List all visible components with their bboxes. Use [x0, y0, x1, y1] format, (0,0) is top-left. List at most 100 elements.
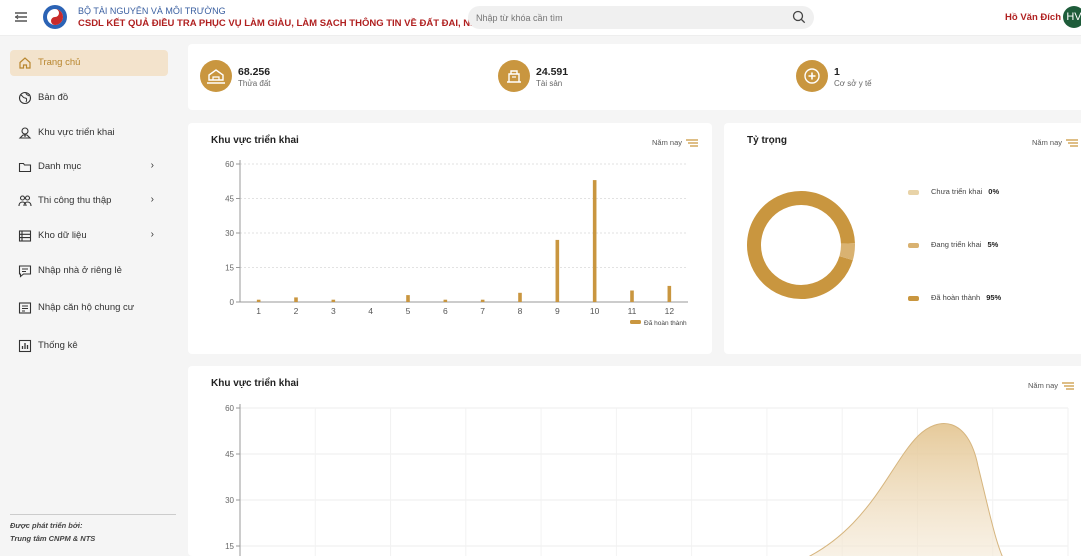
legend-label: Đã hoàn thành [644, 320, 687, 327]
donut-chart [747, 191, 855, 299]
bar [592, 180, 597, 302]
system-name: CSDL KẾT QUẢ ĐIỀU TRA PHỤC VỤ LÀM GIÀU, … [78, 18, 495, 29]
filter-label: Năm nay [1031, 138, 1062, 147]
legend-item: Đang triển khai 5% [908, 240, 998, 249]
footer-developed-by: Được phát triển bởi: [10, 521, 83, 530]
x-tick-label: 8 [518, 306, 523, 316]
year-filter[interactable]: Năm nay [1032, 138, 1078, 147]
x-tick-label: 11 [628, 306, 637, 316]
search-box [468, 6, 814, 29]
y-tick-label: 60 [225, 404, 234, 413]
donut-slice [839, 243, 855, 261]
search-icon[interactable] [792, 10, 806, 24]
legend-value: 95% [986, 293, 1002, 302]
x-tick-label: 9 [555, 306, 560, 316]
legend-swatch [908, 242, 919, 248]
bar [630, 290, 634, 302]
document-icon [18, 301, 32, 315]
top-bar: BỘ TÀI NGUYÊN VÀ MÔI TRƯỜNG CSDL KẾT QUẢ… [0, 0, 1081, 36]
sidebar-item-thi-cong-thu-thap[interactable]: Thi công thu thập › [10, 188, 168, 214]
stats-card: 68.256 Thửa đất 24.591 Tài sản 1 Cơ sở y… [188, 44, 1081, 110]
sidebar-item-label: Bản đồ [38, 92, 69, 103]
sidebar-item-nhap-can-ho-chung-cu[interactable]: Nhập căn hộ chung cư [10, 295, 168, 321]
y-tick-label: 30 [225, 496, 234, 505]
sidebar-item-label: Khu vực triển khai [38, 127, 115, 138]
legend-item: Đã hoàn thành 95% [908, 293, 1001, 302]
legend-swatch [908, 189, 919, 195]
y-tick-label: 15 [225, 542, 234, 551]
bar [406, 295, 410, 302]
sidebar-item-danh-muc[interactable]: Danh mục › [10, 154, 168, 180]
folder-icon [18, 160, 32, 174]
chevron-right-icon: › [150, 194, 154, 205]
asset-icon [498, 60, 530, 92]
chart-icon [18, 339, 32, 353]
x-tick-label: 5 [406, 306, 411, 316]
sidebar: Trang chủ Bản đồ Khu vực triển khai Danh… [0, 36, 176, 545]
footer-company: Trung tâm CNPM & NTS [10, 534, 96, 543]
stat-label: Cơ sở y tế [834, 79, 872, 88]
y-tick-label: 0 [230, 298, 235, 307]
legend-swatch [908, 295, 919, 301]
home-icon [18, 56, 32, 70]
area-series [808, 423, 1003, 556]
y-tick-label: 45 [225, 450, 234, 459]
donut-chart-card: Tỷ trọng Năm nay Chưa triển khai 0% Đang … [724, 123, 1081, 354]
sidebar-footer: Được phát triển bởi: Trung tâm CNPM & NT… [10, 514, 176, 545]
legend-label: Chưa triển khai [931, 187, 983, 196]
land-icon [200, 60, 232, 92]
sidebar-item-kho-du-lieu[interactable]: Kho dữ liệu › [10, 223, 168, 249]
bar [256, 299, 261, 302]
user-name[interactable]: Hồ Văn Đích [1005, 12, 1061, 23]
x-tick-label: 1 [256, 306, 261, 316]
area-chart: 15 30 45 60 [225, 404, 1069, 556]
legend-value: 5% [987, 240, 999, 249]
sidebar-item-thong-ke[interactable]: Thống kê [10, 333, 168, 359]
legend-value: 0% [988, 187, 1000, 196]
stat-value: 1 [834, 66, 840, 78]
chevron-right-icon: › [150, 160, 154, 171]
sidebar-item-label: Kho dữ liệu [38, 230, 87, 241]
medical-icon [796, 60, 828, 92]
x-tick-label: 10 [590, 306, 600, 316]
map-pin-icon [18, 126, 32, 140]
sidebar-item-khu-vuc-trien-khai[interactable]: Khu vực triển khai [10, 120, 168, 146]
bar-chart-card: Khu vực triển khai Năm nay 0 15 30 45 60 1 2 3 4… [188, 123, 712, 354]
sidebar-item-nhap-nha-o-rieng-le[interactable]: Nhập nhà ở riêng lẻ [10, 258, 168, 284]
people-icon [18, 194, 32, 208]
x-tick-label: 3 [331, 306, 336, 316]
org-name: BỘ TÀI NGUYÊN VÀ MÔI TRƯỜNG [78, 6, 226, 16]
area-chart-card: Khu vực triển khai Năm nay 15 30 45 60 [188, 366, 1081, 556]
x-tick-label: 12 [665, 306, 675, 316]
x-tick-label: 7 [480, 306, 485, 316]
bar [294, 297, 298, 302]
bar [331, 299, 336, 302]
sidebar-item-trang-chu[interactable]: Trang chủ [10, 50, 168, 76]
stat-value: 68.256 [238, 66, 271, 78]
sidebar-item-label: Nhập nhà ở riêng lẻ [38, 265, 122, 276]
sidebar-item-ban-do[interactable]: Bản đồ [10, 85, 168, 111]
database-icon [18, 229, 32, 243]
ministry-logo [42, 4, 68, 30]
sidebar-item-label: Thi công thu thập [38, 195, 112, 206]
y-tick-label: 30 [225, 229, 234, 238]
stat-label: Thửa đất [238, 79, 271, 88]
chevron-right-icon: › [150, 229, 154, 240]
sidebar-item-label: Trang chủ [38, 57, 81, 68]
y-tick-label: 60 [225, 160, 234, 169]
globe-icon [18, 91, 32, 105]
sidebar-item-label: Nhập căn hộ chung cư [38, 302, 135, 313]
message-icon [18, 264, 32, 278]
x-tick-label: 4 [368, 306, 373, 316]
sidebar-item-label: Thống kê [38, 340, 78, 351]
bar [443, 299, 448, 302]
legend-label: Đang triển khai [931, 240, 982, 249]
donut-slice [747, 191, 855, 299]
menu-toggle-icon[interactable] [14, 10, 30, 26]
y-tick-label: 45 [225, 195, 234, 204]
avatar[interactable]: HV [1063, 6, 1081, 28]
legend-item: Chưa triển khai 0% [908, 187, 999, 196]
search-input[interactable] [476, 9, 776, 26]
bar [480, 299, 485, 302]
bar [667, 285, 672, 302]
